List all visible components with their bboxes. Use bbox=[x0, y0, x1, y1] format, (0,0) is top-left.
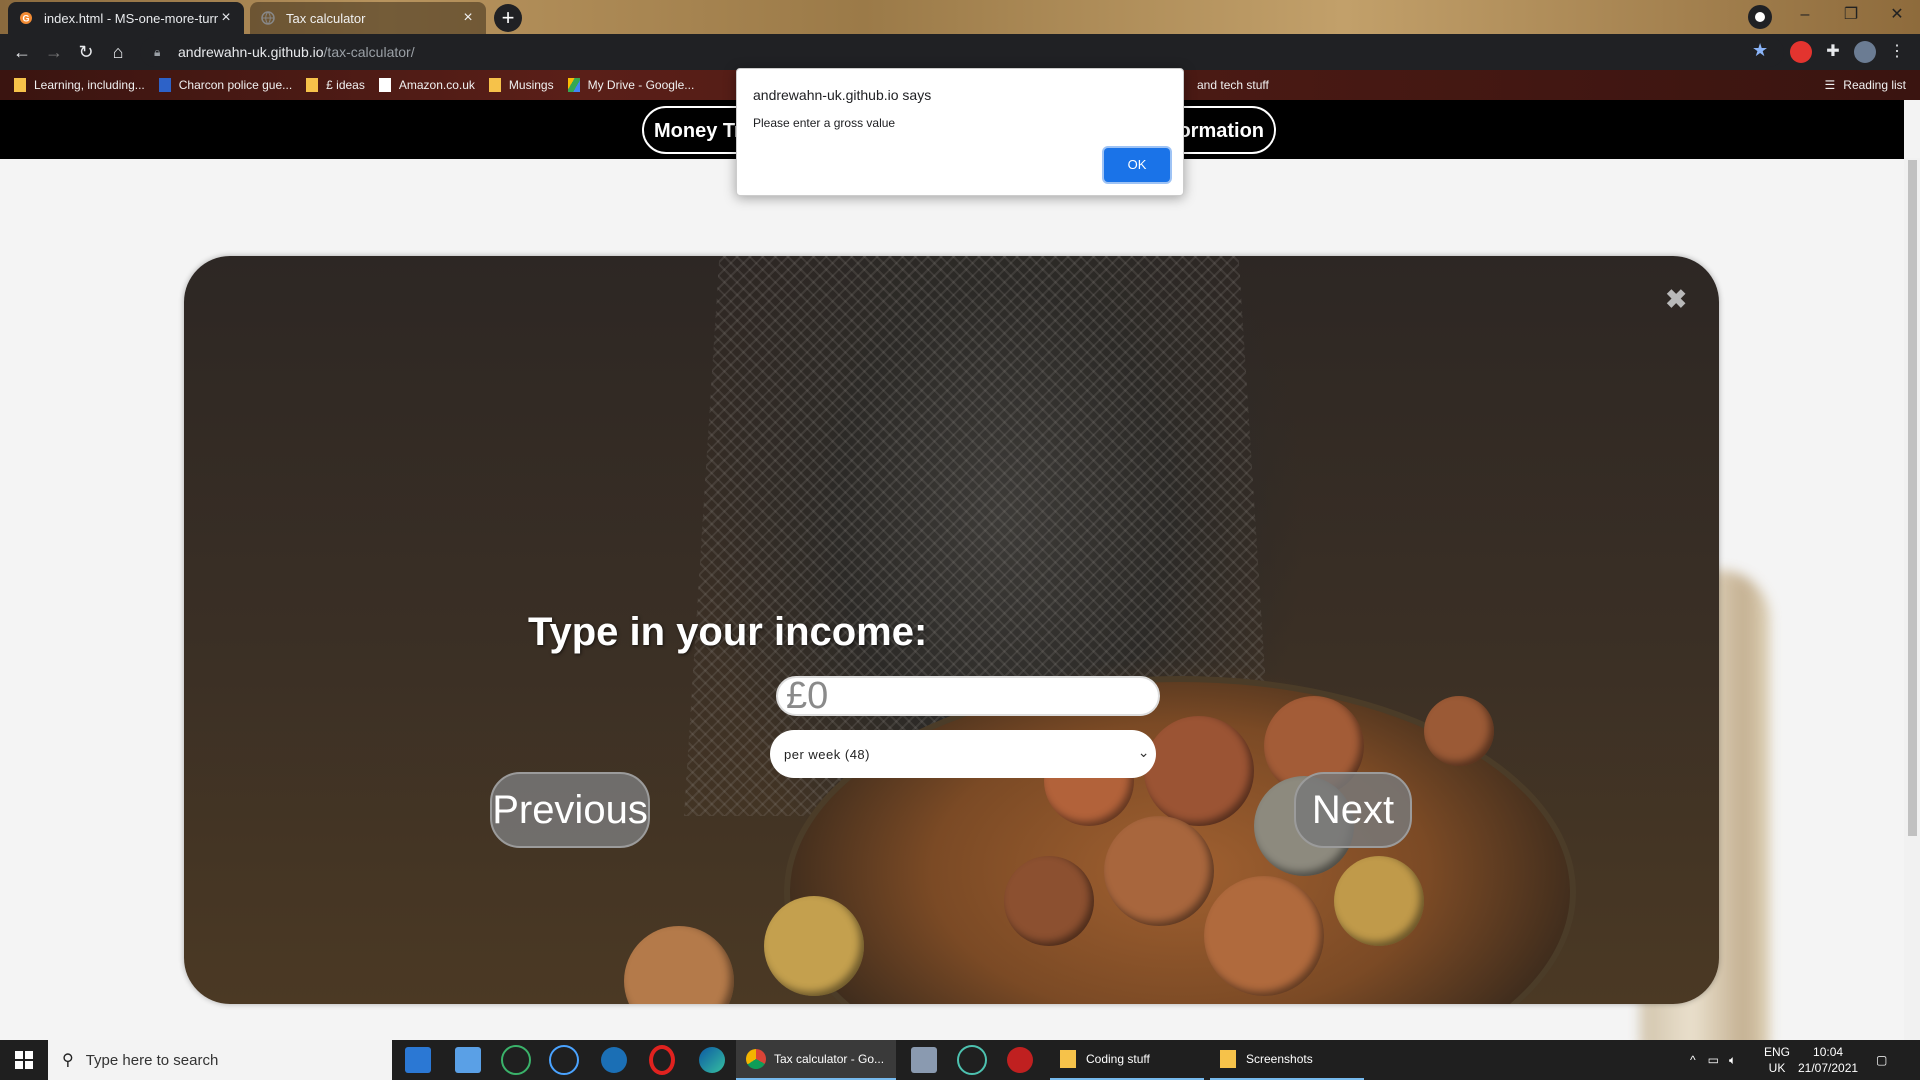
bookmark-item[interactable]: Amazon.co.uk bbox=[378, 78, 475, 92]
google-drive-icon bbox=[567, 78, 580, 92]
tab-title: index.html - MS-one-more-turn bbox=[44, 10, 218, 26]
system-tray: ^ ▭ 🔈︎ bbox=[1690, 1040, 1736, 1080]
cortana-app-icon[interactable] bbox=[540, 1040, 588, 1080]
folder-icon bbox=[488, 78, 501, 92]
media-control-icon[interactable] bbox=[1748, 5, 1772, 29]
url-text: andrewahn-uk.github.io/tax-calculator/ bbox=[178, 44, 415, 60]
taskbar-app-coding-stuff[interactable]: Coding stuff bbox=[1050, 1040, 1204, 1080]
volume-icon[interactable]: 🔈︎ bbox=[1729, 1053, 1736, 1068]
taskbar-clock[interactable]: 10:04 21/07/2021 bbox=[1798, 1044, 1858, 1076]
folder-icon bbox=[306, 78, 319, 92]
coin-image bbox=[624, 926, 734, 1004]
windows-taskbar: ⚲ Type here to search Tax calculator - G… bbox=[0, 1040, 1920, 1080]
reading-list-button[interactable]: ☰ Reading list bbox=[1825, 70, 1906, 100]
coin-image bbox=[1204, 876, 1324, 996]
language-indicator[interactable]: ENG UK bbox=[1764, 1044, 1790, 1076]
pay-period-select[interactable]: per week (48) ⌄ bbox=[770, 730, 1156, 778]
globe-icon bbox=[260, 10, 276, 26]
restore-icon[interactable]: ❐ bbox=[1828, 0, 1874, 30]
card-close-icon[interactable]: ✖ bbox=[1665, 284, 1687, 315]
tab-favicon-icon: G bbox=[18, 10, 34, 26]
coin-image bbox=[764, 896, 864, 996]
bookmark-item[interactable]: Learning, including... bbox=[14, 78, 145, 92]
upwork-icon[interactable] bbox=[492, 1040, 540, 1080]
alert-dialog: andrewahn-uk.github.io says Please enter… bbox=[736, 68, 1184, 196]
pay-period-value: per week (48) bbox=[784, 746, 870, 762]
coin-image bbox=[1104, 816, 1214, 926]
window-controls: – ❐ ✕ bbox=[1782, 0, 1920, 34]
network-icon[interactable]: ▭ bbox=[1708, 1053, 1719, 1067]
tab-title: Tax calculator bbox=[286, 10, 366, 26]
chevron-down-icon: ⌄ bbox=[1137, 744, 1150, 760]
taskbar-app-screenshots[interactable]: Screenshots bbox=[1210, 1040, 1364, 1080]
minimize-icon[interactable]: – bbox=[1782, 0, 1828, 30]
browser-tab-strip: G index.html - MS-one-more-turn × Tax ca… bbox=[0, 0, 1920, 34]
chevron-up-icon[interactable]: ^ bbox=[1690, 1053, 1696, 1067]
tab-index-html[interactable]: G index.html - MS-one-more-turn × bbox=[8, 2, 244, 34]
lock-icon: 🔒︎ bbox=[154, 44, 161, 59]
coin-image bbox=[1144, 716, 1254, 826]
tab-close-icon[interactable]: × bbox=[460, 9, 476, 27]
address-bar[interactable]: 🔒︎ andrewahn-uk.github.io/tax-calculator… bbox=[140, 37, 1784, 67]
mail-icon[interactable] bbox=[394, 1040, 442, 1080]
previous-button[interactable]: Previous bbox=[490, 772, 650, 848]
search-icon: ⚲ bbox=[62, 1052, 74, 1069]
bookmark-item[interactable]: Charcon police gue... bbox=[158, 78, 292, 92]
tab-close-icon[interactable]: × bbox=[218, 9, 234, 27]
tab-tax-calculator[interactable]: Tax calculator × bbox=[250, 2, 486, 34]
adblock-extension-icon[interactable] bbox=[1790, 41, 1812, 63]
window-close-icon[interactable]: ✕ bbox=[1874, 0, 1920, 30]
alert-ok-button[interactable]: OK bbox=[1104, 148, 1170, 182]
reload-icon[interactable]: ↻ bbox=[74, 40, 98, 64]
folder-icon bbox=[14, 78, 26, 92]
folder-icon bbox=[1060, 1050, 1076, 1068]
next-button[interactable]: Next bbox=[1294, 772, 1412, 848]
income-prompt-heading: Type in your income: bbox=[528, 610, 928, 654]
income-input[interactable] bbox=[776, 676, 1160, 716]
taskbar-app-chrome[interactable]: Tax calculator - Go... bbox=[736, 1040, 896, 1080]
new-tab-button[interactable]: + bbox=[494, 4, 522, 32]
browser-menu-icon[interactable]: ⋮ bbox=[1886, 41, 1908, 63]
bookmark-item[interactable]: £ ideas bbox=[306, 78, 365, 92]
app-icon[interactable] bbox=[996, 1040, 1044, 1080]
site-favicon-icon bbox=[158, 78, 171, 92]
alert-message: Please enter a gross value bbox=[753, 116, 896, 130]
amazon-icon bbox=[378, 78, 391, 92]
svg-text:G: G bbox=[22, 14, 29, 24]
coin-image bbox=[1004, 856, 1094, 946]
edge-icon[interactable] bbox=[688, 1040, 736, 1080]
forward-arrow-icon[interactable]: → bbox=[42, 40, 66, 64]
extensions-puzzle-icon[interactable]: ✚ bbox=[1822, 41, 1844, 63]
file-app-icon[interactable] bbox=[444, 1040, 492, 1080]
bookmark-item[interactable]: Musings bbox=[488, 78, 554, 92]
opera-icon[interactable] bbox=[638, 1040, 686, 1080]
avatar[interactable] bbox=[1854, 41, 1876, 63]
coin-image bbox=[1424, 696, 1494, 766]
bookmark-star-icon[interactable]: ★ bbox=[1752, 40, 1768, 61]
home-icon[interactable]: ⌂ bbox=[106, 40, 130, 64]
page-content: Money Tr formation ✖ Type in your income… bbox=[0, 100, 1904, 1040]
notifications-icon[interactable]: ▢ bbox=[1876, 1040, 1887, 1080]
app-icon[interactable] bbox=[948, 1040, 996, 1080]
steam-icon[interactable] bbox=[590, 1040, 638, 1080]
windows-start-icon[interactable] bbox=[0, 1040, 48, 1080]
page-scrollbar[interactable] bbox=[1904, 158, 1920, 1040]
alert-origin: andrewahn-uk.github.io says bbox=[753, 87, 932, 103]
coin-image bbox=[1334, 856, 1424, 946]
back-arrow-icon[interactable]: ← bbox=[10, 40, 34, 64]
bookmark-item[interactable]: My Drive - Google... bbox=[567, 78, 694, 92]
reading-list-icon: ☰ bbox=[1824, 78, 1836, 92]
bookmark-item[interactable]: and tech stuff bbox=[1197, 78, 1269, 92]
scrollbar-thumb[interactable] bbox=[1908, 160, 1917, 836]
app-icon[interactable] bbox=[900, 1040, 948, 1080]
income-card: ✖ Type in your income: per week (48) ⌄ P… bbox=[184, 256, 1719, 1004]
chrome-icon bbox=[746, 1049, 766, 1069]
folder-icon bbox=[1220, 1050, 1236, 1068]
taskbar-search-input[interactable]: ⚲ Type here to search bbox=[48, 1040, 392, 1080]
browser-toolbar: ← → ↻ ⌂ 🔒︎ andrewahn-uk.github.io/tax-ca… bbox=[0, 34, 1920, 70]
